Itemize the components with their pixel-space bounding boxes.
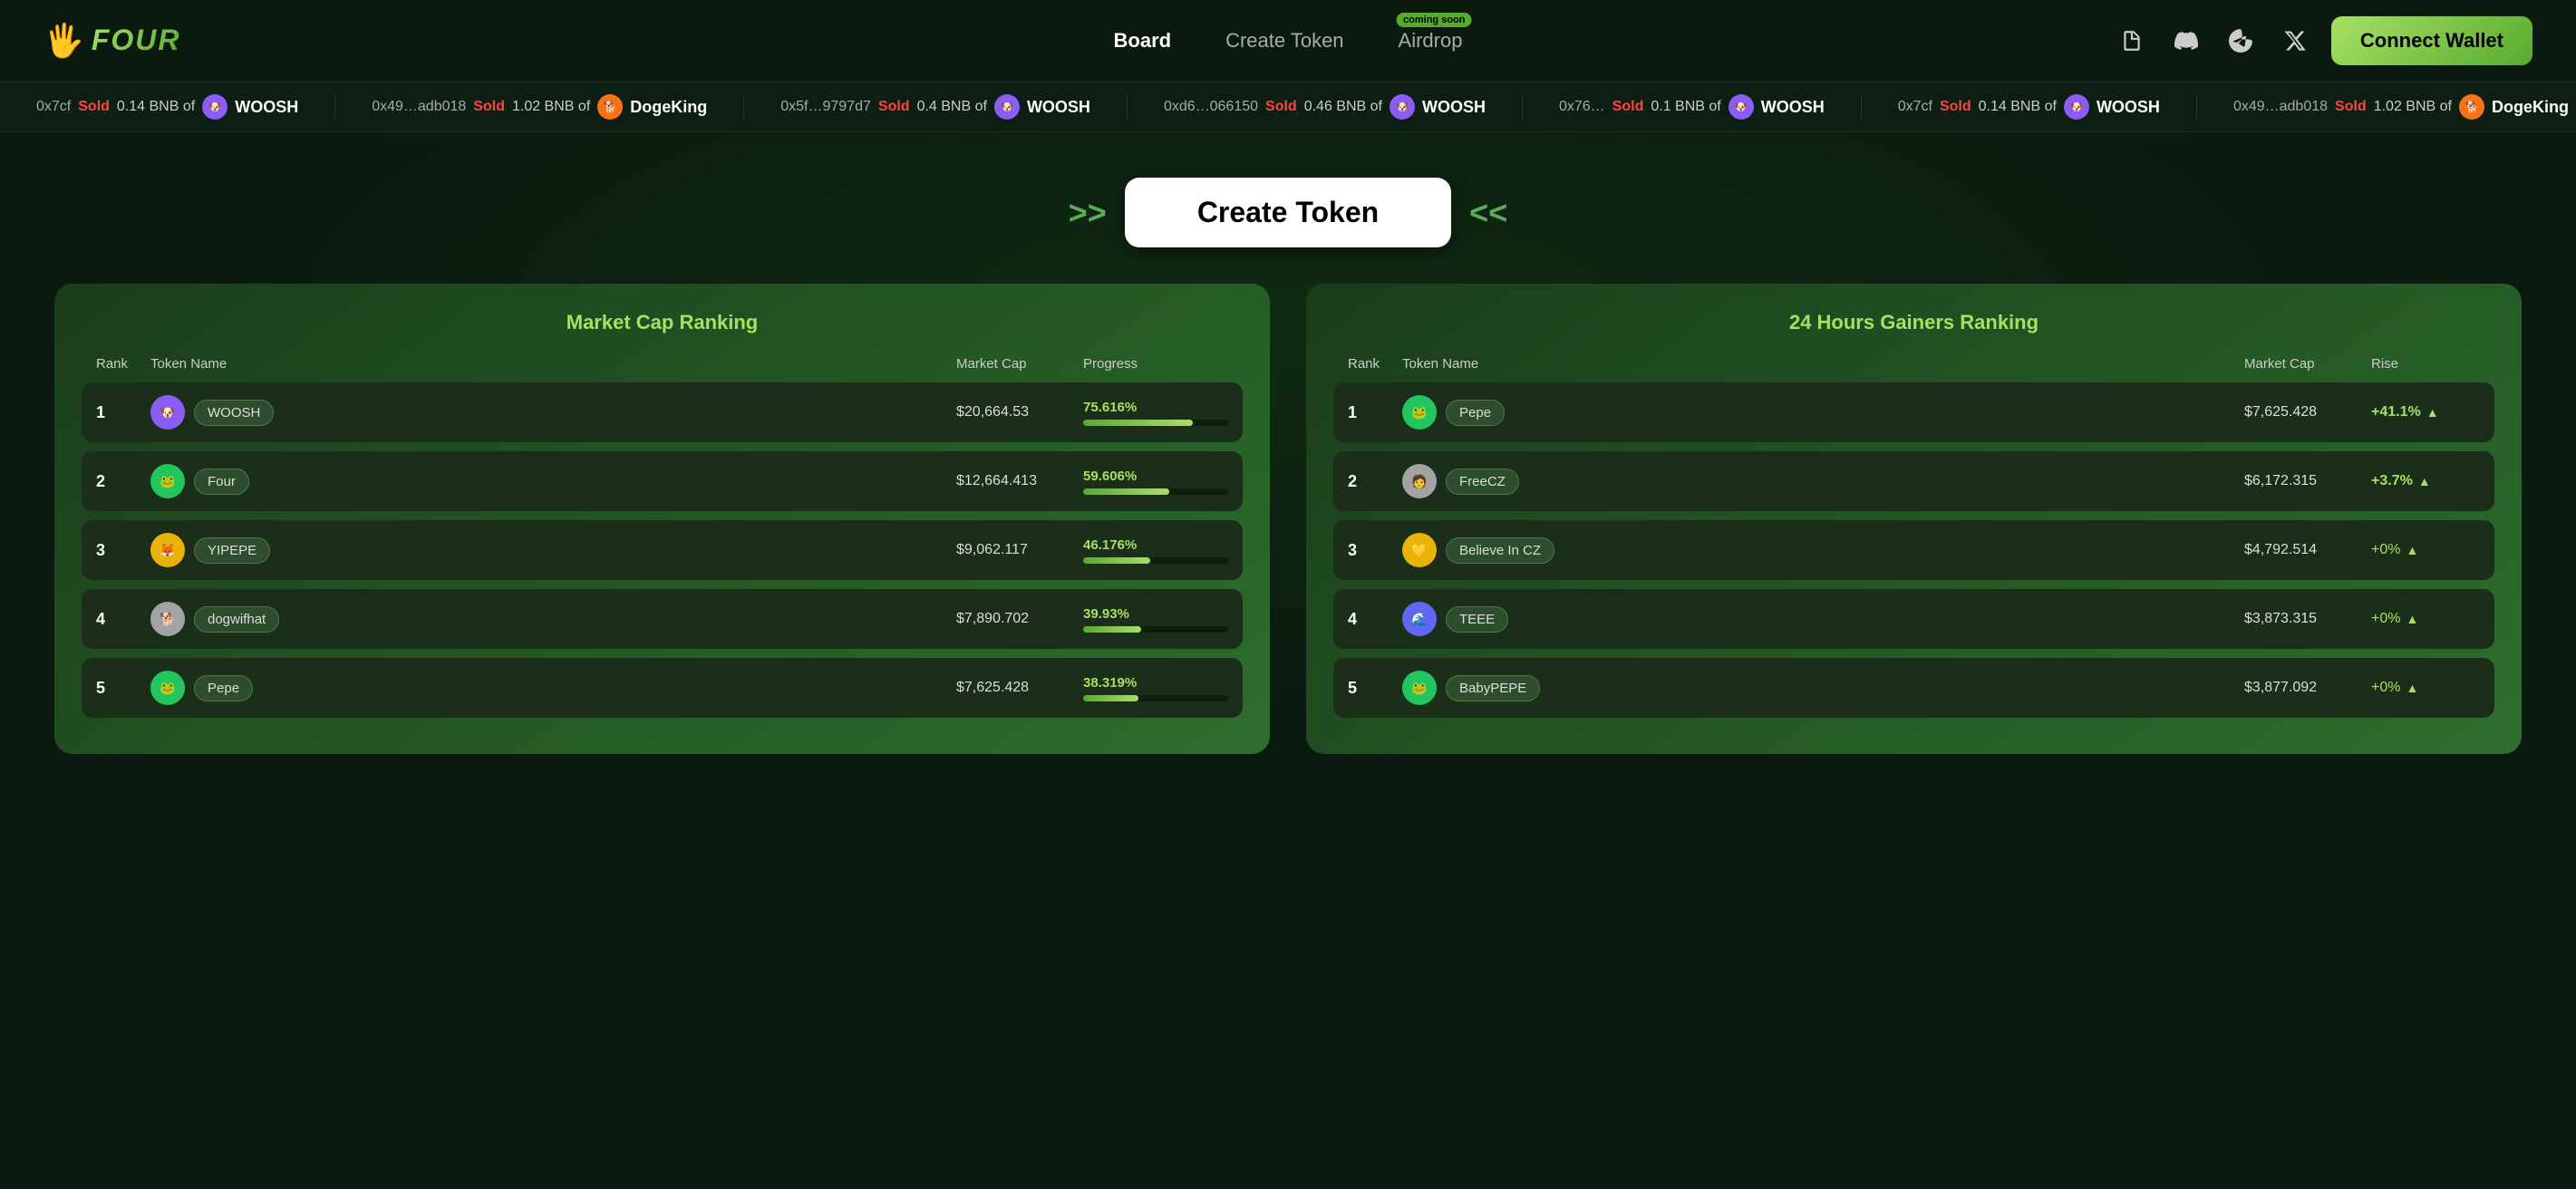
- nav-create-token[interactable]: Create Token: [1225, 29, 1343, 53]
- create-token-main-button[interactable]: Create Token: [1125, 178, 1451, 247]
- token-avatar: 🧑: [1402, 464, 1437, 498]
- token-avatar: 🌊: [1402, 602, 1437, 636]
- token-avatar: 🐸: [150, 464, 185, 498]
- create-token-area: >> Create Token <<: [54, 178, 2522, 247]
- nav-airdrop[interactable]: Airdrop coming soon: [1399, 29, 1463, 53]
- table-row[interactable]: 2 🧑 FreeCZ $6,172.315 +3.7% ▲: [1333, 451, 2494, 511]
- table-row[interactable]: 2 🐸 Four $12,664.413 59.606%: [82, 451, 1243, 511]
- ticker-item: 0x76… Sold 0.1 BNB of 🐶 WOOSH: [1523, 94, 1862, 120]
- chevron-left-deco: >>: [1069, 194, 1107, 232]
- discord-icon[interactable]: [2168, 23, 2204, 59]
- table-row[interactable]: 5 🐸 Pepe $7,625.428 38.319%: [82, 658, 1243, 718]
- token-avatar: 💛: [1402, 533, 1437, 567]
- gainers-title: 24 Hours Gainers Ranking: [1333, 311, 2494, 334]
- table-row[interactable]: 1 🐸 Pepe $7,625.428 +41.1% ▲: [1333, 382, 2494, 442]
- nav-links: Board Create Token Airdrop coming soon: [1114, 29, 1463, 53]
- table-row[interactable]: 4 🌊 TEEE $3,873.315 +0% ▲: [1333, 589, 2494, 649]
- ticker-item: 0x5f…9797d7 Sold 0.4 BNB of 🐶 WOOSH: [744, 94, 1128, 120]
- market-cap-title: Market Cap Ranking: [82, 311, 1243, 334]
- table-row[interactable]: 5 🐸 BabyPEPE $3,877.092 +0% ▲: [1333, 658, 2494, 718]
- ticker-item: 0x7cf Sold 0.14 BNB of 🐶 WOOSH: [1862, 94, 2197, 120]
- docs-icon[interactable]: [2114, 23, 2150, 59]
- connect-wallet-button[interactable]: Connect Wallet: [2331, 16, 2532, 65]
- coming-soon-badge: coming soon: [1397, 13, 1471, 27]
- token-avatar: 🐸: [1402, 395, 1437, 430]
- token-avatar: 🐸: [1402, 671, 1437, 705]
- ticker-item: 0x49…adb018 Sold 1.02 BNB of 🐕 DogeKing: [2197, 94, 2576, 120]
- navbar: 🖐 FOUR Board Create Token Airdrop coming…: [0, 0, 2576, 82]
- ticker-bar: 0x7cf Sold 0.14 BNB of 🐶 WOOSH 0x49…adb0…: [0, 82, 2576, 132]
- market-cap-header: Rank Token Name Market Cap Progress: [82, 356, 1243, 382]
- token-avatar: 🐸: [150, 671, 185, 705]
- telegram-icon[interactable]: [2223, 23, 2259, 59]
- token-avatar: 🐕: [150, 602, 185, 636]
- table-row[interactable]: 4 🐕 dogwifhat $7,890.702 39.93%: [82, 589, 1243, 649]
- logo-hand-icon: 🖐: [44, 22, 84, 60]
- token-avatar: 🐶: [150, 395, 185, 430]
- gainers-panel: 24 Hours Gainers Ranking Rank Token Name…: [1306, 284, 2522, 754]
- table-row[interactable]: 3 💛 Believe In CZ $4,792.514 +0% ▲: [1333, 520, 2494, 580]
- nav-right: Connect Wallet: [2114, 16, 2532, 65]
- rankings-section: Market Cap Ranking Rank Token Name Marke…: [54, 284, 2522, 754]
- table-row[interactable]: 1 🐶 WOOSH $20,664.53 75.616%: [82, 382, 1243, 442]
- nav-board[interactable]: Board: [1114, 29, 1172, 53]
- ticker-item: 0x7cf Sold 0.14 BNB of 🐶 WOOSH: [0, 94, 335, 120]
- ticker-item: 0xd6…066150 Sold 0.46 BNB of 🐶 WOOSH: [1128, 94, 1523, 120]
- logo[interactable]: 🖐 FOUR: [44, 22, 180, 60]
- ticker-inner: 0x7cf Sold 0.14 BNB of 🐶 WOOSH 0x49…adb0…: [0, 94, 2576, 120]
- token-avatar: 🦊: [150, 533, 185, 567]
- logo-text: FOUR: [92, 24, 181, 57]
- ticker-item: 0x49…adb018 Sold 1.02 BNB of 🐕 DogeKing: [335, 94, 744, 120]
- table-row[interactable]: 3 🦊 YIPEPE $9,062.117 46.176%: [82, 520, 1243, 580]
- main-content: >> Create Token << Market Cap Ranking Ra…: [0, 132, 2576, 790]
- chevron-right-deco: <<: [1469, 194, 1507, 232]
- market-cap-panel: Market Cap Ranking Rank Token Name Marke…: [54, 284, 1270, 754]
- gainers-header: Rank Token Name Market Cap Rise: [1333, 356, 2494, 382]
- twitter-icon[interactable]: [2277, 23, 2313, 59]
